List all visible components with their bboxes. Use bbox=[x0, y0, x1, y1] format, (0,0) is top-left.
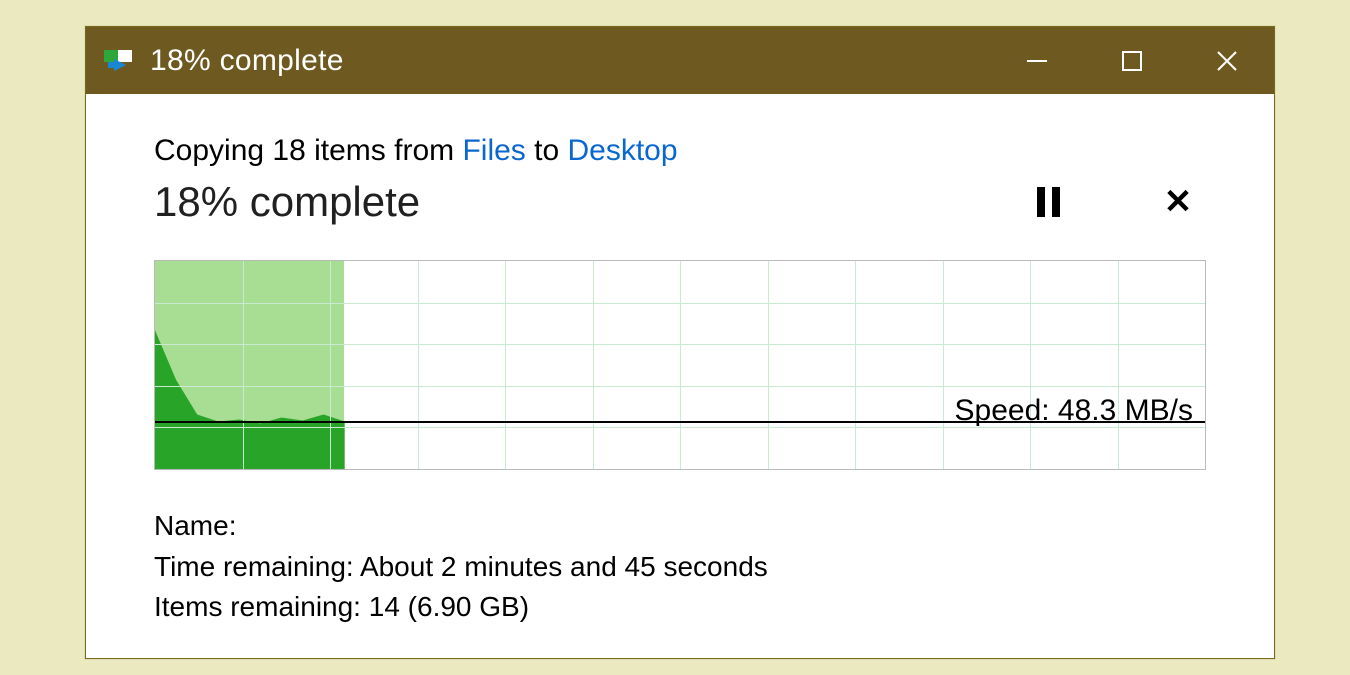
copy-description: Copying 18 items from Files to Desktop bbox=[154, 134, 1206, 168]
window-title: 18% complete bbox=[150, 44, 344, 78]
details-section: Name: Time remaining: About 2 minutes an… bbox=[154, 506, 1206, 628]
chart-grid bbox=[155, 261, 1205, 469]
speed-label: Speed: 48.3 MB/s bbox=[955, 394, 1193, 428]
source-link[interactable]: Files bbox=[462, 134, 525, 167]
dest-link[interactable]: Desktop bbox=[568, 134, 678, 167]
titlebar[interactable]: 18% complete bbox=[86, 27, 1274, 94]
pause-icon bbox=[1037, 187, 1060, 217]
time-value: About 2 minutes and 45 seconds bbox=[360, 551, 768, 582]
progress-percent-text: 18% complete bbox=[154, 178, 420, 226]
dialog-body: Copying 18 items from Files to Desktop 1… bbox=[86, 94, 1274, 658]
speed-chart: Speed: 48.3 MB/s bbox=[154, 260, 1206, 470]
items-label: Items remaining: bbox=[154, 591, 369, 622]
copy-prefix: Copying 18 items from bbox=[154, 134, 462, 167]
copy-progress-icon bbox=[104, 50, 132, 72]
detail-name: Name: bbox=[154, 506, 1206, 547]
name-label: Name: bbox=[154, 510, 236, 541]
close-window-button[interactable] bbox=[1179, 27, 1274, 94]
pause-button[interactable] bbox=[1028, 182, 1068, 222]
close-icon: ✕ bbox=[1164, 185, 1193, 219]
items-value: 14 (6.90 GB) bbox=[369, 591, 529, 622]
minimize-button[interactable] bbox=[989, 27, 1084, 94]
time-label: Time remaining: bbox=[154, 551, 360, 582]
maximize-button[interactable] bbox=[1084, 27, 1179, 94]
file-copy-dialog: 18% complete Copying 18 items from Files… bbox=[85, 26, 1275, 659]
detail-time: Time remaining: About 2 minutes and 45 s… bbox=[154, 547, 1206, 588]
copy-middle: to bbox=[526, 134, 568, 167]
cancel-button[interactable]: ✕ bbox=[1158, 182, 1198, 222]
detail-items: Items remaining: 14 (6.90 GB) bbox=[154, 587, 1206, 628]
